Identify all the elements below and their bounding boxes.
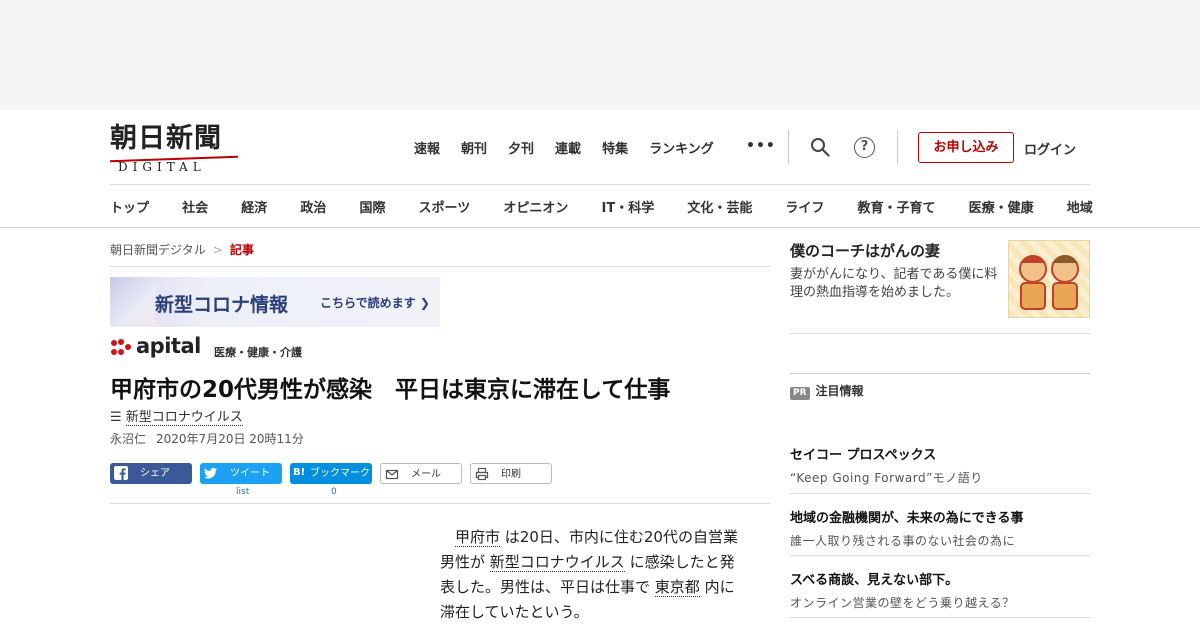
keyword-link-kofu[interactable]: 甲府市 (455, 528, 501, 547)
author-name[interactable]: 永沼仁 (110, 432, 146, 446)
breadcrumb-home[interactable]: 朝日新聞デジタル (110, 243, 206, 257)
nav-rensai[interactable]: 連載 (555, 138, 581, 157)
category-opinion[interactable]: オピニオン (503, 197, 568, 216)
category-politics[interactable]: 政治 (300, 197, 326, 216)
pr-badge: PR (790, 387, 810, 400)
header-divider (788, 130, 789, 164)
print-label: 印刷 (501, 469, 521, 480)
apital-logo-icon (111, 339, 131, 355)
pr-section-heading: PR 注目情報 (790, 382, 864, 400)
pr-item-subtitle: 誰一人取り残される事のない社会の為に (790, 534, 1016, 548)
hatena-bookmark-label: ブックマーク (310, 468, 370, 479)
nav-tokushu[interactable]: 特集 (602, 138, 628, 157)
banner-title: 新型コロナ情報 (155, 294, 289, 316)
feature-description: 妻ががんになり、記者である僕に料理の熱血指導を始めました。 (790, 267, 998, 300)
signup-button[interactable]: お申し込み (918, 132, 1014, 163)
search-icon[interactable] (810, 137, 830, 157)
banner-decoration (110, 277, 156, 327)
nav-yuukan[interactable]: 夕刊 (508, 138, 534, 157)
help-icon[interactable]: ? (854, 137, 875, 158)
breadcrumb: 朝日新聞デジタル > 記事 (110, 241, 254, 258)
byline: 永沼仁 2020年7月20日 20時11分 (110, 430, 304, 447)
pr-item[interactable]: セイコー プロスペックス “Keep Going Forward”モノ語り (790, 444, 1090, 494)
pr-divider (790, 373, 1090, 374)
article-divider (110, 503, 770, 504)
topic-link[interactable]: ☰ 新型コロナウイルス (110, 406, 243, 426)
header-divider (897, 130, 898, 164)
category-top[interactable]: トップ (110, 197, 149, 216)
pr-item[interactable]: スベる商談、見えない部下。 オンライン営業の壁をどう乗り越える？ (790, 569, 1090, 618)
hatena-bookmark-icon: B! (293, 467, 306, 478)
pr-item-title: 地域の金融機関が、未来の為にできる事 (790, 511, 1024, 526)
keyword-link-tokyo[interactable]: 東京都 (654, 578, 700, 597)
facebook-share-label: シェア (140, 468, 170, 479)
couple-illustration (1019, 255, 1079, 310)
category-culture[interactable]: 文化・芸能 (687, 197, 752, 216)
pr-item-title: セイコー プロスペックス (790, 448, 937, 463)
pr-item-title: スベる商談、見えない部下。 (790, 573, 959, 588)
twitter-share-count[interactable]: list (236, 487, 249, 497)
more-menu-icon[interactable]: ••• (746, 138, 776, 154)
site-header: 朝日新聞 DIGITAL 速報 朝刊 夕刊 連載 特集 ランキング ••• ? … (0, 110, 1200, 228)
print-icon (475, 467, 489, 481)
breadcrumb-separator: > (212, 243, 223, 257)
site-logo[interactable]: 朝日新聞 DIGITAL (110, 123, 240, 174)
category-health[interactable]: 医療・健康 (969, 197, 1034, 216)
logo-subtitle: DIGITAL (118, 160, 206, 174)
category-education[interactable]: 教育・子育て (858, 197, 936, 216)
mail-icon (385, 469, 399, 480)
category-international[interactable]: 国際 (359, 197, 385, 216)
hatena-bookmark-count[interactable]: 0 (331, 487, 337, 497)
corona-info-banner[interactable]: 新型コロナ情報 こちらで読めます ❯ (110, 277, 440, 327)
mail-share-button[interactable]: メール (380, 463, 462, 484)
mail-share-label: メール (411, 469, 441, 480)
top-ad-area (0, 0, 1200, 110)
category-economy[interactable]: 経済 (241, 197, 267, 216)
article-body: 甲府市 は20日、市内に住む20代の自営業男性が 新型コロナウイルス に感染した… (440, 525, 740, 625)
login-link[interactable]: ログイン (1024, 139, 1076, 158)
publish-date: 2020年7月20日 20時11分 (156, 432, 304, 446)
print-button[interactable]: 印刷 (470, 463, 552, 484)
hatena-bookmark-button[interactable]: B! ブックマーク (290, 463, 372, 484)
topic-label: 新型コロナウイルス (125, 410, 243, 426)
category-life[interactable]: ライフ (785, 197, 824, 216)
facebook-icon (114, 466, 128, 480)
nav-choukan[interactable]: 朝刊 (461, 138, 487, 157)
apital-brand: apital (136, 334, 201, 358)
article-headline: 甲府市の20代男性が感染 平日は東京に滞在して仕事 (110, 377, 671, 403)
pr-item-subtitle: “Keep Going Forward”モノ語り (790, 471, 983, 485)
pr-item-subtitle: オンライン営業の壁をどう乗り越える？ (790, 596, 1015, 610)
feature-illustration (1008, 240, 1090, 318)
category-nav: トップ 社会 経済 政治 国際 スポーツ オピニオン IT・科学 文化・芸能 ラ… (110, 197, 1200, 216)
list-icon: ☰ (110, 410, 122, 425)
logo-text: 朝日新聞 (110, 123, 222, 154)
twitter-share-label: ツイート (230, 468, 270, 479)
category-region[interactable]: 地域 (1067, 197, 1093, 216)
breadcrumb-current: 記事 (229, 243, 254, 257)
top-nav: 速報 朝刊 夕刊 連載 特集 ランキング (414, 138, 735, 157)
keyword-link-coronavirus[interactable]: 新型コロナウイルス (489, 553, 625, 572)
twitter-share-button[interactable]: ツイート (200, 463, 282, 484)
twitter-icon (204, 467, 217, 479)
category-it-science[interactable]: IT・科学 (602, 197, 655, 216)
nav-sokuho[interactable]: 速報 (414, 138, 440, 157)
category-society[interactable]: 社会 (182, 197, 208, 216)
category-sports[interactable]: スポーツ (419, 197, 471, 216)
banner-cta: こちらで読めます ❯ (320, 296, 430, 310)
nav-ranking[interactable]: ランキング (649, 138, 714, 157)
apital-tagline: 医療・健康・介護 (214, 346, 302, 359)
sidebar-feature[interactable]: 僕のコーチはがんの妻 妻ががんになり、記者である僕に料理の熱血指導を始めました。 (790, 240, 1090, 334)
pr-item[interactable]: 地域の金融機関が、未来の為にできる事 誰一人取り残される事のない社会の為に (790, 507, 1090, 556)
breadcrumb-divider (110, 266, 770, 267)
pr-heading-label: 注目情報 (815, 384, 864, 398)
facebook-share-button[interactable]: シェア (110, 463, 192, 484)
nav-divider (110, 184, 1090, 185)
